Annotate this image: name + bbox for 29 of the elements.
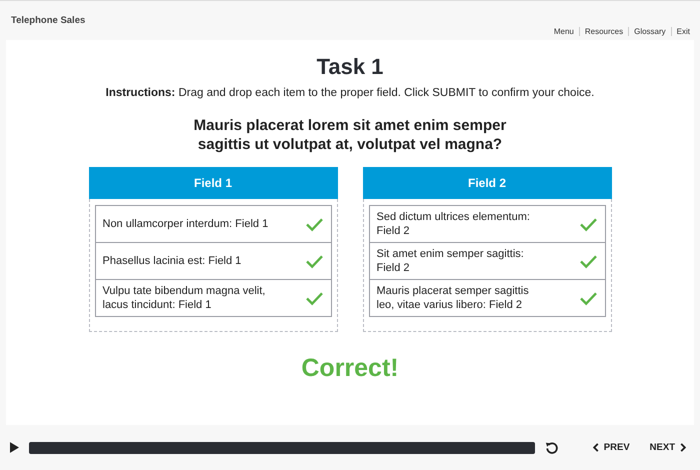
item-text: Vulpu tate bibendum magna velit, lacus tincidunt: Field 1 [102, 284, 266, 312]
chevron-right-icon [680, 443, 686, 452]
chevron-left-icon [592, 443, 599, 452]
course-title: Telephone Sales [11, 15, 86, 28]
drag-item[interactable]: Phasellus lacinia est: Field 1 [94, 242, 332, 280]
question-text: Mauris placerat lorem sit amet enim semper sagittis ut volutpat at, volutpat vel magna? [192, 116, 508, 154]
nav-link[interactable]: Resources [584, 27, 624, 36]
instructions-text: Instructions: Drag and drop each item to the proper field. Click SUBMIT to confirm your choice. [106, 87, 594, 99]
drag-item[interactable]: Non ullamcorper interdum: Field 1 [94, 205, 332, 243]
item-text: Sed dictum ultrices elementum: Field 2 [376, 210, 531, 238]
prev-button[interactable]: PREV [586, 440, 636, 455]
nav-link[interactable]: Glossary [634, 27, 666, 36]
drag-item[interactable]: Sit amet enim semper sagittis: Field 2 [368, 242, 606, 280]
play-button[interactable] [8, 440, 21, 455]
nav-link[interactable]: Exit [676, 27, 690, 36]
item-text: Non ullamcorper interdum: Field 1 [102, 217, 270, 231]
task-title: Task 1 [316, 54, 384, 80]
nav-link[interactable]: Menu [554, 27, 574, 36]
feedback-text: Correct! [301, 354, 399, 383]
drag-item[interactable]: Mauris placerat semper sagittis leo, vitae varius libero: Field 2 [368, 279, 606, 317]
field-header: Field 1 [88, 167, 338, 199]
item-text: Phasellus lacinia est: Field 1 [102, 254, 242, 268]
item-text: Sit amet enim semper sagittis: Field 2 [376, 247, 525, 275]
drag-item[interactable]: Sed dictum ultrices elementum: Field 2 [368, 205, 606, 243]
field-header: Field 2 [362, 167, 612, 199]
progress-bar[interactable] [29, 442, 535, 454]
next-button[interactable]: NEXT [644, 440, 692, 455]
drag-item[interactable]: Vulpu tate bibendum magna velit, lacus tincidunt: Field 1 [94, 279, 332, 317]
item-text: Mauris placerat semper sagittis leo, vitae varius libero: Field 2 [376, 284, 530, 312]
